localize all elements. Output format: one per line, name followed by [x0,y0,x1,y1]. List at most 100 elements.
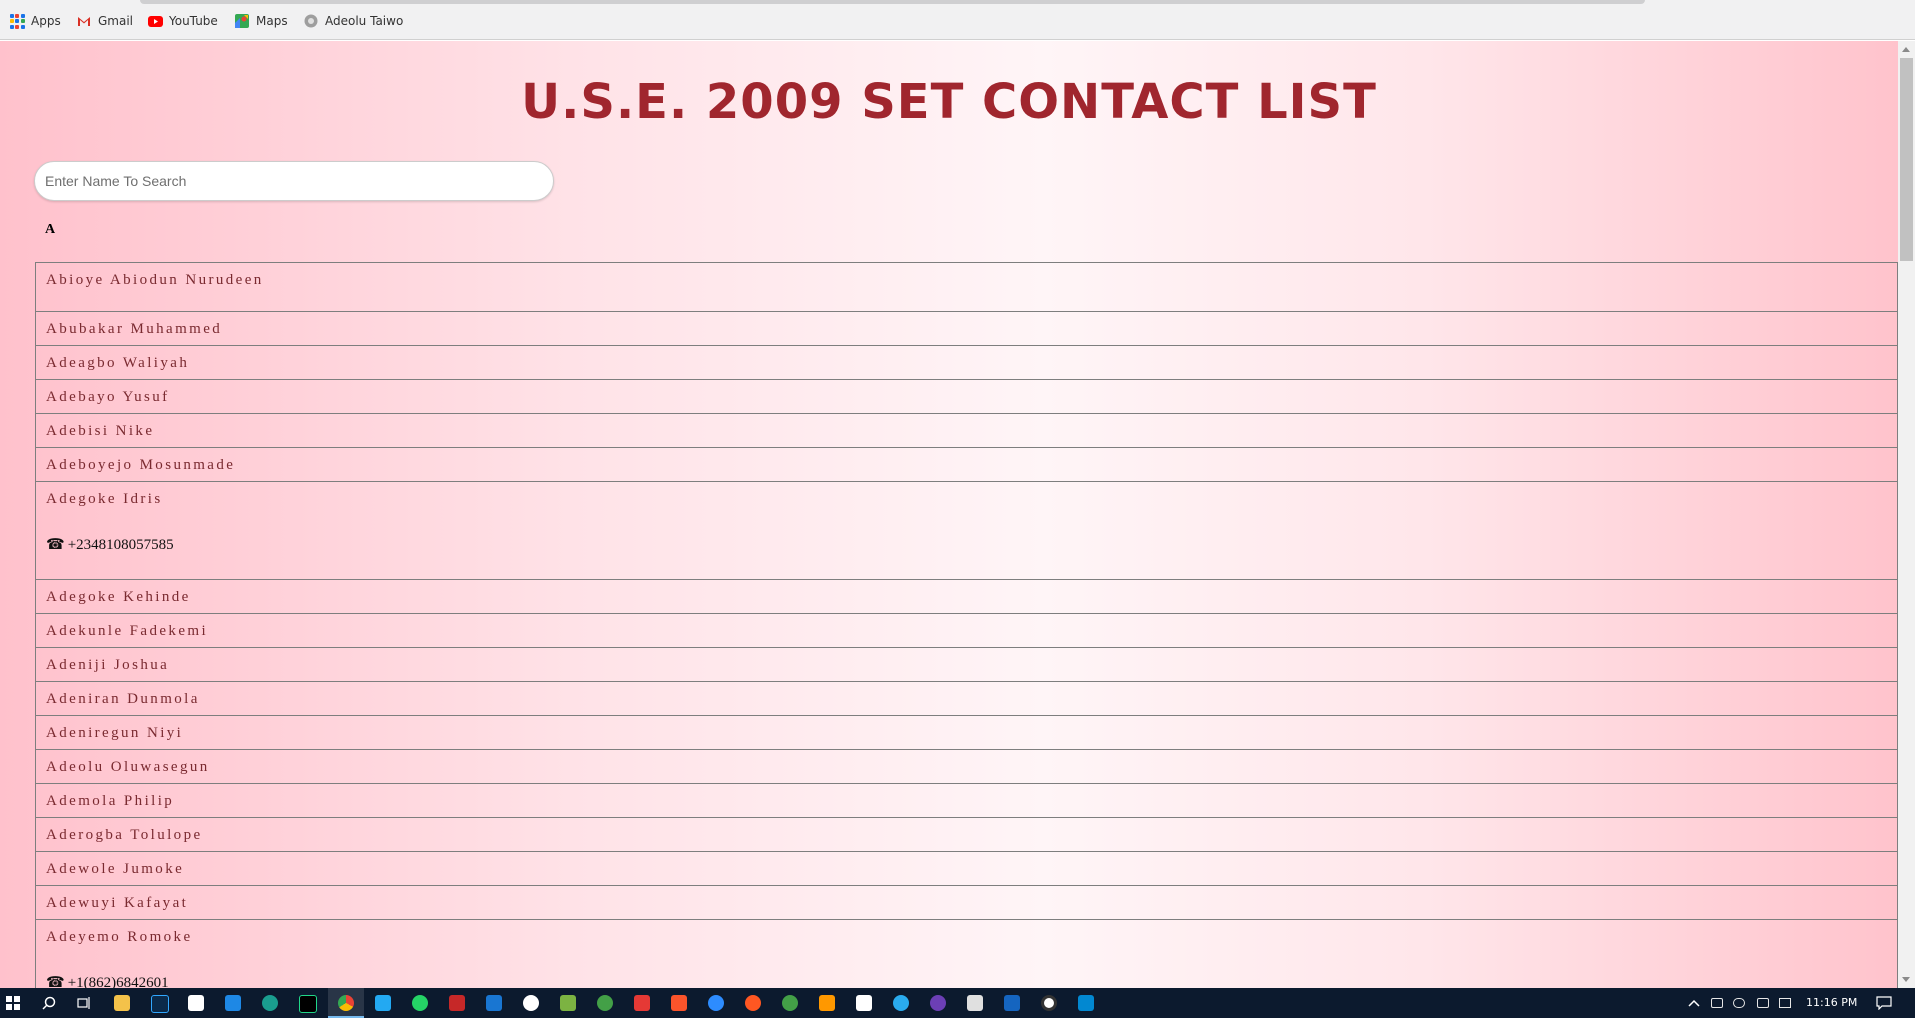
bookmark-maps[interactable]: Maps [234,12,288,30]
contact-name: Adebayo Yusuf [46,389,170,405]
contact-item[interactable]: Abubakar Muhammed [35,312,1898,346]
bookmark-label: Maps [256,14,288,28]
gmail-icon [76,13,92,29]
whatsapp-icon[interactable] [412,995,428,1011]
contact-item[interactable]: Adeniran Dunmola [35,682,1898,716]
pdf-app-icon[interactable] [449,995,465,1011]
bookmark-gmail[interactable]: Gmail [76,12,133,30]
bookmark-apps[interactable]: Apps [9,12,61,30]
bookmark-label: YouTube [169,14,218,28]
contact-name: Adewole Jumoke [46,861,185,877]
contact-name: Adeniran Dunmola [46,691,200,707]
youtube-icon [147,13,163,29]
contact-item[interactable]: Adeyemo Romoke ☎ +1(862)6842601 [35,920,1898,988]
app-icon[interactable] [930,995,946,1011]
contact-phone: ☎ +1(862)6842601 [46,973,1887,988]
mail-icon[interactable] [225,995,241,1011]
notifications-icon[interactable] [1876,996,1892,1010]
app-icon[interactable] [745,995,761,1011]
contact-item[interactable]: Ademola Philip [35,784,1898,818]
app-icon[interactable] [523,995,539,1011]
search-icon[interactable] [42,996,56,1010]
phone-icon: ☎ [46,975,65,988]
chevron-up-icon[interactable] [1688,999,1700,1007]
maps-icon [234,13,250,29]
app-icon[interactable] [634,995,650,1011]
page-viewport: U.S.E. 2009 SET CONTACT LIST A Abioye Ab… [0,41,1898,988]
bookmark-label: Adeolu Taiwo [325,14,404,28]
app-icon[interactable] [782,995,798,1011]
contact-name: Ademola Philip [46,793,175,809]
scroll-up-arrow-icon[interactable] [1902,47,1910,52]
phone-icon: ☎ [46,537,65,553]
contact-name: Adeboyejo Mosunmade [46,457,236,473]
scrollbar-thumb[interactable] [1900,58,1913,261]
page-scrollbar[interactable] [1898,41,1915,988]
contact-item[interactable]: Adeboyejo Mosunmade [35,448,1898,482]
contact-item[interactable]: Adebisi Nike [35,414,1898,448]
contact-name: Adekunle Fadekemi [46,623,209,639]
calendar-icon[interactable] [486,995,502,1011]
contact-name: Abioye Abiodun Nurudeen [46,272,264,288]
app-icon[interactable] [597,995,613,1011]
contact-item[interactable]: Adeolu Oluwasegun [35,750,1898,784]
contact-item[interactable]: Adeniji Joshua [35,648,1898,682]
contact-name: Abubakar Muhammed [46,321,223,337]
zoom-icon[interactable] [708,995,724,1011]
contact-name: Adeniregun Niyi [46,725,184,741]
search-input[interactable] [34,161,554,201]
meet-now-icon[interactable] [1711,998,1723,1008]
contact-item[interactable]: Adeniregun Niyi [35,716,1898,750]
taskbar-clock[interactable]: 11:16 PM [1806,996,1857,1009]
brave-icon[interactable] [671,995,687,1011]
tab-strip-edge [140,0,1645,4]
battery-icon[interactable] [1757,998,1769,1008]
contact-name: Adewuyi Kafayat [46,895,189,911]
contact-name: Adeniji Joshua [46,657,170,673]
app-icon[interactable] [1004,995,1020,1011]
contact-item[interactable]: Adebayo Yusuf [35,380,1898,414]
contact-name: Adeolu Oluwasegun [46,759,210,775]
photoshop-icon[interactable] [151,995,169,1013]
telegram-icon[interactable] [893,995,909,1011]
contact-name: Adebisi Nike [46,423,155,439]
notion-icon[interactable] [856,995,872,1011]
page-title: U.S.E. 2009 SET CONTACT LIST [521,74,1377,130]
store-icon[interactable] [188,995,204,1011]
scroll-down-arrow-icon[interactable] [1902,977,1910,982]
contact-item[interactable]: Aderogba Tolulope [35,818,1898,852]
contact-name: Aderogba Tolulope [46,827,203,843]
group-letter-heading: A [45,222,56,237]
task-view-icon[interactable] [77,996,91,1010]
chrome-icon[interactable] [338,995,354,1011]
windows-start-icon[interactable] [6,996,20,1010]
app-icon[interactable] [967,995,983,1011]
vscode-icon[interactable] [375,995,391,1011]
contact-item[interactable]: Adegoke Idris ☎ +2348108057585 [35,482,1898,580]
onedrive-icon[interactable] [1733,998,1745,1008]
obs-icon[interactable] [1041,995,1057,1011]
windows-taskbar: 11:16 PM [0,988,1915,1018]
contact-item[interactable]: Abioye Abiodun Nurudeen [35,262,1898,312]
contact-item[interactable]: Adegoke Kehinde [35,580,1898,614]
pycharm-icon[interactable] [299,995,317,1013]
phone-number: +1(862)6842601 [67,975,169,988]
contact-item[interactable]: Adewuyi Kafayat [35,886,1898,920]
apps-grid-icon [9,13,25,29]
contact-item[interactable]: Adekunle Fadekemi [35,614,1898,648]
notepad-icon[interactable] [560,995,576,1011]
contact-item[interactable]: Adewole Jumoke [35,852,1898,886]
volume-icon[interactable] [1779,998,1791,1008]
bookmark-label: Apps [31,14,61,28]
bookmark-adeolu-taiwo[interactable]: Adeolu Taiwo [303,12,403,30]
app-icon[interactable] [1078,995,1094,1011]
contact-name: Adeyemo Romoke [46,929,193,945]
contact-phone: ☎ +2348108057585 [46,535,1887,554]
bookmarks-bar: Apps Gmail YouTube Maps Adeolu Taiwo [0,0,1915,40]
contact-list: Abioye Abiodun Nurudeen Abubakar Muhamme… [35,262,1898,988]
app-icon[interactable] [819,995,835,1011]
contact-item[interactable]: Adeagbo Waliyah [35,346,1898,380]
edge-icon[interactable] [262,995,278,1011]
file-explorer-icon[interactable] [114,995,130,1011]
bookmark-youtube[interactable]: YouTube [147,12,218,30]
